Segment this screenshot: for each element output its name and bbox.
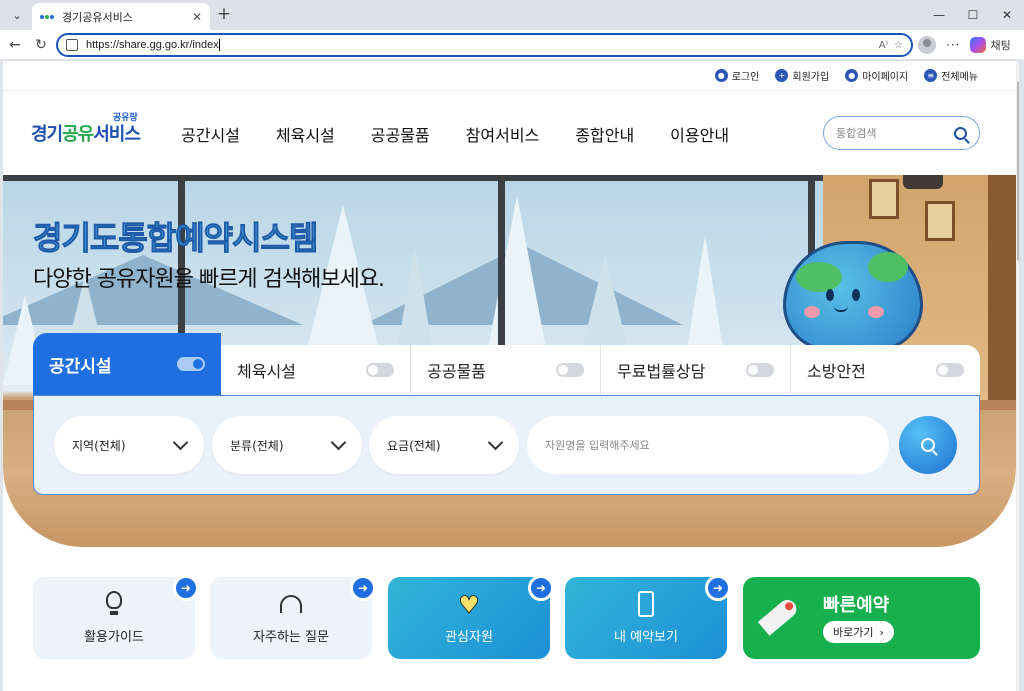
wall-picture [925,201,955,241]
search-icon[interactable] [954,126,967,140]
chevron-right-icon: › [879,625,884,639]
quick-card-favorites[interactable]: ♥ 관심자원 ➜ [388,575,554,659]
arrow-right-icon[interactable]: ➜ [350,575,376,601]
all-menu-link[interactable]: ≡ 전체메뉴 [924,68,978,83]
toggle-switch[interactable] [936,363,964,377]
hero-subtitle: 다양한 공유자원을 빠르게 검색해보세요. [33,267,385,292]
tab-space[interactable]: 공간시설 [33,333,221,395]
tab-list-chevron-icon[interactable]: ⌄ [6,5,28,25]
bg-tree [583,255,627,345]
quick-card-faq[interactable]: 자주하는 질문 ➜ [210,575,376,659]
chevron-down-icon [487,434,504,450]
quick-card-fast-reserve[interactable]: 빠른예약 바로가기 › [743,577,980,659]
lock-icon: ● [714,69,728,82]
window-close-icon[interactable]: ✕ [990,0,1024,30]
site-logo[interactable]: 공유랑 경기공유서비스 [31,110,151,150]
web-page: ● 로그인 + 회원가입 ● 마이페이지 ≡ 전체메뉴 공유랑 경기공유서비스 공간시설… [3,61,1019,691]
window-frame [3,175,823,181]
site-info-icon[interactable] [66,39,78,51]
new-tab-plus-icon[interactable]: + [214,4,234,24]
bookshelf [988,175,1016,405]
copilot-icon [970,37,987,53]
site-favicon-icon [40,12,54,22]
quick-links: 활용가이드 ➜ 자주하는 질문 ➜ ♥ 관심자원 ➜ 내 예약보기 ➜ 빠른예약… [33,575,983,659]
tab-sports[interactable]: 체육시설 [221,345,411,395]
browser-tabbar: ⌄ 경기공유서비스 ✕ + — ☐ ✕ [0,0,1024,30]
resource-name-input[interactable]: 자원명을 입력해주세요 [527,416,889,474]
quick-card-my-reservations[interactable]: 내 예약보기 ➜ [565,575,731,659]
tab-close-icon[interactable]: ✕ [192,10,202,24]
search-button[interactable] [899,416,957,474]
nav-item-participation[interactable]: 참여서비스 [466,122,540,146]
tab-fire-safety[interactable]: 소방안전 [791,345,980,395]
tab-legal-advice[interactable]: 무료법률상담 [601,345,791,395]
page-scrollbar[interactable] [1016,61,1019,691]
nav-item-guide[interactable]: 종합안내 [575,122,634,146]
go-button[interactable]: 바로가기 › [823,621,894,643]
headset-icon [278,591,304,619]
chevron-down-icon [330,434,347,450]
arrow-right-icon[interactable]: ➜ [705,575,731,601]
resource-search-form: 지역(전체) 분류(전체) 요금(전체) 자원명을 입력해주세요 [33,395,980,495]
nav-item-usage[interactable]: 이용안내 [670,122,729,146]
scrollbar-thumb[interactable] [1017,81,1019,261]
back-arrow-icon[interactable]: ← [6,36,24,54]
arrow-right-icon[interactable]: ➜ [173,575,199,601]
utility-bar: ● 로그인 + 회원가입 ● 마이페이지 ≡ 전체메뉴 [3,61,1016,91]
quick-card-guide[interactable]: 활용가이드 ➜ [33,575,199,659]
resource-tabs: 공간시설 체육시설 공공물품 무료법률상담 소방안전 [33,333,980,395]
nav-item-space[interactable]: 공간시설 [181,122,240,146]
nav-item-sports[interactable]: 체육시설 [276,122,335,146]
more-menu-icon[interactable]: ··· [946,38,960,52]
maximize-icon[interactable]: ☐ [956,0,990,30]
browser-toolbar: ← ↻ https://share.gg.go.kr/index A⁾ ☆ ··… [0,30,1024,60]
hero-title: 경기도통합예약시스템 [32,219,318,258]
user-icon: ● [845,69,859,82]
wall-picture [869,179,899,219]
address-url: https://share.gg.go.kr/index [86,38,219,51]
nav-item-goods[interactable]: 공공물품 [371,122,430,146]
read-aloud-icon[interactable]: A⁾ [879,40,888,51]
chevron-down-icon [172,434,189,450]
tab-title: 경기공유서비스 [62,10,133,24]
address-bar[interactable]: https://share.gg.go.kr/index A⁾ ☆ [56,33,913,57]
signup-link[interactable]: + 회원가입 [775,68,829,83]
rocket-icon [757,596,801,636]
profile-avatar-icon[interactable] [918,36,936,54]
browser-tab[interactable]: 경기공유서비스 ✕ [32,3,210,30]
top-search-input[interactable]: 통합검색 [823,116,980,150]
toggle-switch[interactable] [556,363,584,377]
reload-icon[interactable]: ↻ [32,36,50,54]
lightbulb-icon [101,591,127,619]
text-caret [218,39,220,52]
minimize-icon[interactable]: — [922,0,956,30]
site-header: 공유랑 경기공유서비스 공간시설 체육시설 공공물품 참여서비스 종합안내 이용… [3,92,1016,174]
favorite-star-icon[interactable]: ☆ [894,40,903,51]
user-plus-icon: + [775,69,789,82]
toggle-switch[interactable] [746,363,774,377]
login-link[interactable]: ● 로그인 [714,68,759,83]
fee-select[interactable]: 요금(전체) [369,416,519,474]
copilot-label: 채팅 [990,39,1011,52]
main-nav: 공간시설 체육시설 공공물품 참여서비스 종합안내 이용안내 [181,122,729,146]
toggle-switch[interactable] [177,357,205,371]
menu-icon: ≡ [924,69,938,82]
copilot-button[interactable]: 채팅 [970,37,1011,53]
toggle-switch[interactable] [366,363,394,377]
category-select[interactable]: 분류(전체) [212,416,362,474]
arrow-right-icon[interactable]: ➜ [528,575,554,601]
tab-goods[interactable]: 공공물품 [411,345,601,395]
window-controls: — ☐ ✕ [922,0,1024,30]
mypage-link[interactable]: ● 마이페이지 [845,68,908,83]
search-icon [921,438,935,452]
phone-icon [633,591,659,619]
heart-icon: ♥ [458,591,481,620]
region-select[interactable]: 지역(전체) [54,416,204,474]
ceiling-lamp [903,175,943,189]
